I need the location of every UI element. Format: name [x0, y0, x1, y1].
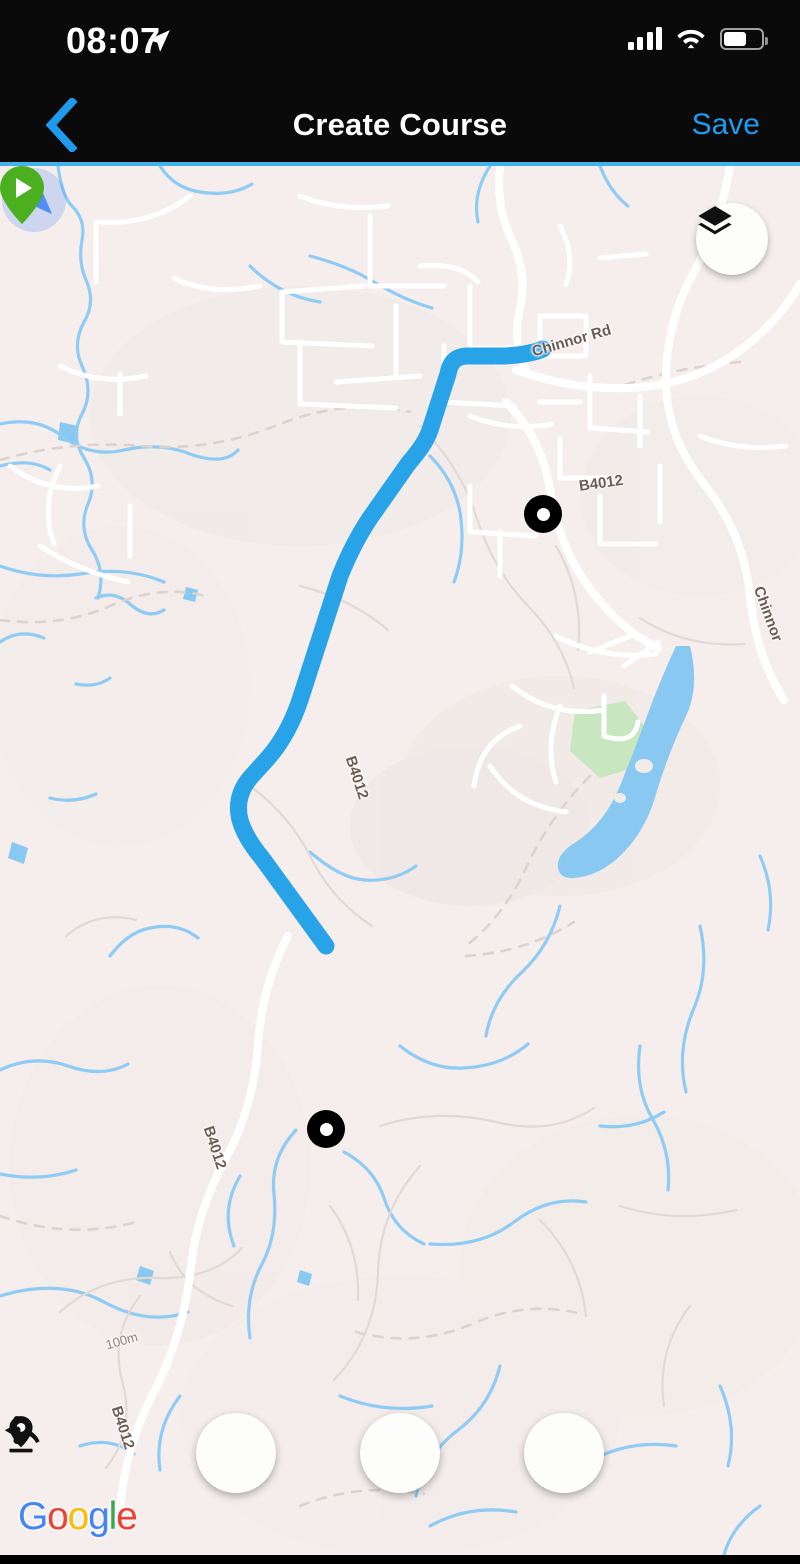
undo-button[interactable] — [4, 1413, 276, 1493]
map-layers-button[interactable] — [696, 203, 768, 275]
route-start-waypoint[interactable] — [524, 495, 562, 533]
google-logo: Google — [18, 1495, 138, 1539]
create-course-screen: 08:07 Create Course Save Chinnor Rd B401… — [0, 0, 800, 1564]
start-pin-icon[interactable] — [0, 166, 44, 224]
route-end-waypoint[interactable] — [307, 1110, 345, 1148]
google-logo-letter: G — [18, 1495, 48, 1538]
three-dots-vertical-icon — [13, 1415, 21, 1445]
map-controls-bar — [0, 1413, 800, 1493]
navigation-bar: Create Course Save — [0, 88, 800, 162]
status-bar: 08:07 — [0, 0, 800, 88]
google-logo-letter: o — [47, 1495, 69, 1538]
map-canvas[interactable]: Chinnor Rd B4012 Chinnor B4012 B4012 B40… — [0, 166, 800, 1555]
save-button[interactable]: Save — [692, 88, 760, 162]
location-arrow-icon — [148, 30, 170, 52]
cellular-signal-icon — [627, 26, 662, 50]
google-logo-letter: g — [88, 1495, 110, 1538]
battery-icon — [720, 28, 768, 50]
home-indicator-area — [0, 1555, 800, 1564]
map-vector-layer — [0, 166, 800, 1555]
layers-icon — [698, 206, 732, 235]
google-logo-letter: l — [108, 1495, 118, 1538]
add-waypoint-button[interactable] — [9, 1413, 440, 1493]
wifi-icon — [677, 29, 705, 49]
google-logo-letter: o — [67, 1495, 90, 1538]
status-bar-indicators — [627, 26, 768, 50]
page-title: Create Course — [292, 107, 508, 142]
header-separator — [0, 162, 800, 166]
more-options-button[interactable] — [13, 1413, 604, 1493]
google-logo-letter: e — [116, 1495, 138, 1538]
